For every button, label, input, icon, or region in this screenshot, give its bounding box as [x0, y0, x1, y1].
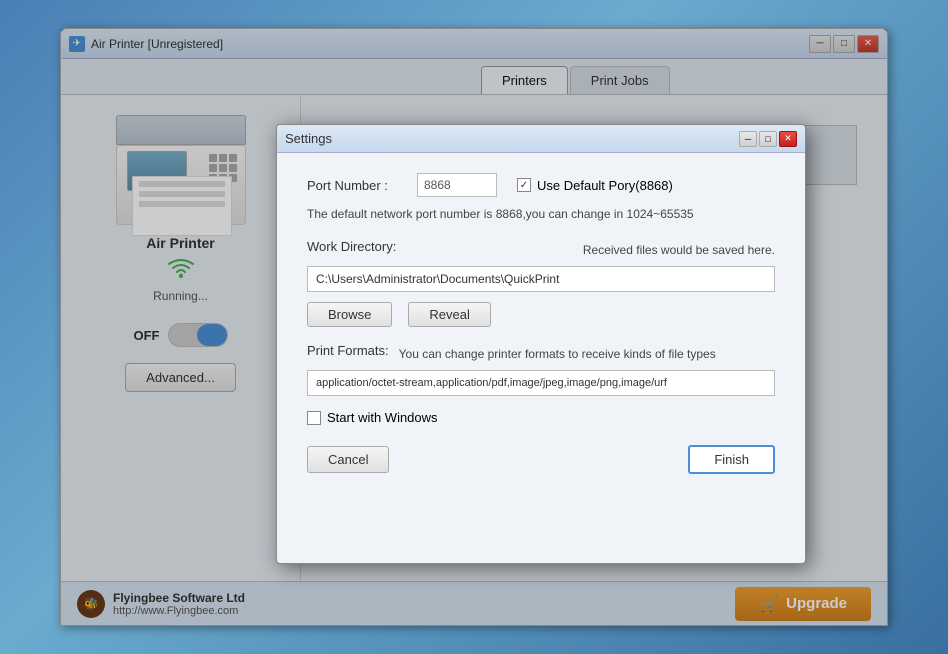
print-formats-header: Print Formats: You can change printer fo… — [307, 343, 775, 364]
start-windows-label: Start with Windows — [327, 410, 438, 425]
dialog-body: Port Number : ✓ Use Default Pory(8868) T… — [277, 153, 805, 494]
browse-reveal-row: Browse Reveal — [307, 302, 775, 327]
cancel-button[interactable]: Cancel — [307, 446, 389, 473]
dialog-maximize-button[interactable]: □ — [759, 131, 777, 147]
dialog-title: Settings — [285, 131, 739, 146]
print-formats-label: Print Formats: — [307, 343, 389, 358]
port-hint-text: The default network port number is 8868,… — [307, 205, 775, 223]
port-number-row: Port Number : ✓ Use Default Pory(8868) — [307, 173, 775, 197]
finish-button[interactable]: Finish — [688, 445, 775, 474]
settings-dialog: Settings ─ □ ✕ Port Number : ✓ Use Defau… — [276, 124, 806, 564]
work-dir-label: Work Directory: — [307, 239, 396, 254]
print-formats-input[interactable] — [307, 370, 775, 396]
reveal-button[interactable]: Reveal — [408, 302, 490, 327]
browse-button[interactable]: Browse — [307, 302, 392, 327]
work-dir-header: Work Directory: Received files would be … — [307, 239, 775, 260]
start-windows-checkbox[interactable] — [307, 411, 321, 425]
port-number-input[interactable] — [417, 173, 497, 197]
start-windows-row: Start with Windows — [307, 410, 775, 425]
work-directory-input[interactable] — [307, 266, 775, 292]
dialog-controls: ─ □ ✕ — [739, 131, 797, 147]
main-window: ✈ Air Printer [Unregistered] ─ □ ✕ Print… — [60, 28, 888, 626]
port-number-label: Port Number : — [307, 178, 417, 193]
dialog-minimize-button[interactable]: ─ — [739, 131, 757, 147]
use-default-checkbox[interactable]: ✓ — [517, 178, 531, 192]
print-formats-hint: You can change printer formats to receiv… — [399, 347, 716, 361]
use-default-row: ✓ Use Default Pory(8868) — [517, 178, 673, 193]
dialog-title-bar: Settings ─ □ ✕ — [277, 125, 805, 153]
work-dir-hint: Received files would be saved here. — [583, 243, 775, 257]
dialog-close-button[interactable]: ✕ — [779, 131, 797, 147]
action-buttons-row: Cancel Finish — [307, 445, 775, 474]
use-default-label: Use Default Pory(8868) — [537, 178, 673, 193]
